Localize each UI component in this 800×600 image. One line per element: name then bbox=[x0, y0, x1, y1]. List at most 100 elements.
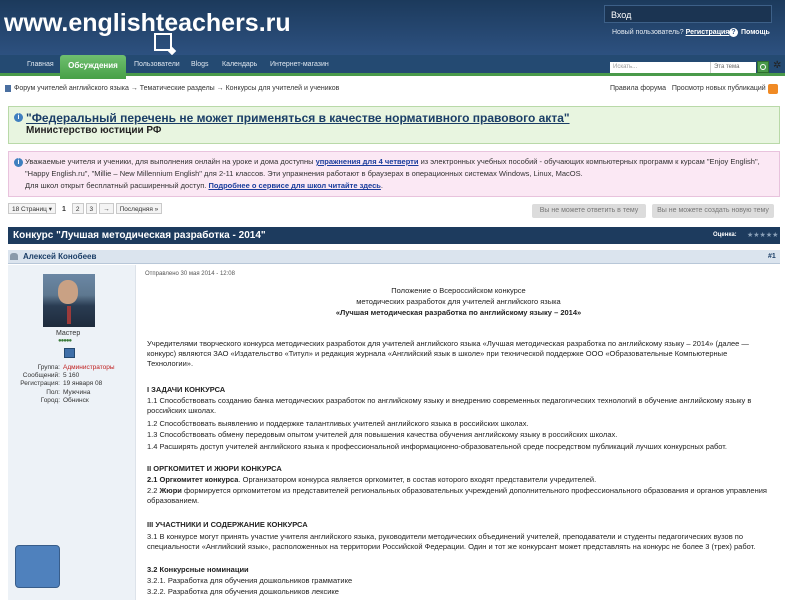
user-gender-value: Мужчина bbox=[63, 389, 91, 396]
doc-paragraph: Учредителями творческого конкурса методи… bbox=[147, 339, 749, 368]
user-status-icon bbox=[10, 253, 18, 260]
site-header: www.englishteachers.ru Вход Новый пользо… bbox=[0, 0, 785, 55]
pages-dropdown[interactable]: 18 Страниц ▾ bbox=[8, 203, 56, 214]
home-icon[interactable] bbox=[5, 85, 11, 92]
search-input[interactable]: Искать... bbox=[610, 62, 710, 73]
help-link[interactable]: ? Помощь bbox=[729, 28, 770, 37]
doc-heading: I ЗАДАЧИ КОНКУРСА bbox=[147, 385, 226, 394]
doc-heading: II ОРГКОМИТЕТ И ЖЮРИ КОНКУРСА bbox=[147, 464, 282, 473]
nav-item-users[interactable]: Пользователи bbox=[134, 61, 180, 68]
schools-service-link[interactable]: Подробнее о сервисе для школ читайте зде… bbox=[208, 181, 380, 190]
doc-paragraph: 3.2.2. Разработка для обучения дошкольни… bbox=[147, 587, 339, 596]
doc-paragraph: 3.2.1. Разработка для обучения дошкольни… bbox=[147, 576, 353, 585]
page-link[interactable]: 2 bbox=[71, 203, 84, 214]
page-link-current[interactable]: 1 bbox=[57, 203, 70, 214]
user-field-label: Регистрация: bbox=[20, 380, 60, 387]
notice-text: Уважаемые учителя и ученики, для выполне… bbox=[25, 157, 314, 166]
post-number[interactable]: #1 bbox=[768, 253, 776, 260]
page-link[interactable]: 3 bbox=[85, 203, 98, 214]
top-links: Правила форума Просмотр новых публикаций bbox=[610, 85, 766, 92]
post-body: Отправлено 30 мая 2014 - 12:08 Положение… bbox=[137, 265, 780, 600]
doc-bold-text: Жюри bbox=[159, 486, 182, 495]
breadcrumb-item[interactable]: Конкурсы для учителей и учеников bbox=[226, 85, 340, 92]
pages-label: 18 Страниц bbox=[12, 206, 47, 213]
info-icon: i bbox=[14, 158, 23, 167]
breadcrumb-item[interactable]: Тематические разделы bbox=[140, 85, 215, 92]
user-joined-value: 19 января 08 bbox=[63, 380, 103, 387]
nav-item-blogs[interactable]: Blogs bbox=[191, 61, 209, 68]
rating-label: Оценка: bbox=[713, 232, 737, 238]
last-page-link[interactable]: Последняя » bbox=[115, 203, 163, 214]
user-city-value: Обнинск bbox=[63, 397, 89, 404]
help-icon: ? bbox=[729, 28, 738, 37]
new-topic-button-disabled[interactable]: Вы не можете создать новую тему bbox=[652, 204, 774, 218]
doc-heading: III УЧАСТНИКИ И СОДЕРЖАНИЕ КОНКУРСА bbox=[147, 520, 308, 529]
nav-item-discussions[interactable]: Обсуждения bbox=[60, 55, 126, 79]
doc-paragraph: 1.3 Способствовать обмену передовым опыт… bbox=[147, 430, 618, 439]
notice-federal-list: i "Федеральный перечень не может применя… bbox=[8, 106, 780, 144]
search-button[interactable] bbox=[757, 61, 769, 73]
login-box: Вход Новый пользователь? Регистрация ? П… bbox=[598, 2, 783, 52]
login-field[interactable]: Вход bbox=[604, 5, 772, 23]
breadcrumb: Форум учителей английского языка → Темат… bbox=[14, 85, 339, 92]
user-field-label: Город: bbox=[40, 397, 60, 404]
profile-card-icon[interactable] bbox=[64, 348, 75, 358]
doc-title: Положение о Всероссийском конкурсе bbox=[391, 286, 526, 295]
thread-title: Конкурс "Лучшая методическая разработка … bbox=[13, 230, 266, 241]
doc-paragraph: 1.2 Способствовать выявлению и поддержке… bbox=[147, 419, 529, 428]
notice-line: "Happy English.ru", "Millie – New Millen… bbox=[25, 169, 583, 178]
post-header: Алексей Конобеев #1 bbox=[8, 250, 780, 264]
nav-item-calendar[interactable]: Календарь bbox=[222, 61, 257, 68]
user-group-value: Администраторы bbox=[63, 364, 115, 371]
gear-icon[interactable]: ✲ bbox=[773, 60, 781, 71]
doc-text: 2.2 bbox=[147, 486, 160, 495]
nav-item-shop[interactable]: Интернет-магазин bbox=[270, 61, 329, 68]
post-date: Отправлено 30 мая 2014 - 12:08 bbox=[145, 271, 235, 277]
doc-heading: 3.2 Конкурсные номинации bbox=[147, 565, 249, 574]
doc-paragraph: 2.2 Жюри формируется оргкомитетом из пре… bbox=[147, 486, 772, 506]
register-link[interactable]: Регистрация bbox=[686, 29, 730, 36]
logo-badge-icon bbox=[154, 33, 172, 51]
new-posts-link[interactable]: Просмотр новых публикаций bbox=[672, 85, 766, 92]
user-field-label: Группа: bbox=[37, 364, 60, 371]
next-page-link[interactable]: → bbox=[99, 203, 114, 214]
reply-button-disabled[interactable]: Вы не можете ответить в тему bbox=[532, 204, 646, 218]
rss-icon[interactable] bbox=[768, 84, 778, 94]
info-icon: i bbox=[14, 113, 23, 122]
notice-line: Для школ открыт бесплатный расширенный д… bbox=[25, 181, 384, 190]
notice-text: Для школ открыт бесплатный расширенный д… bbox=[25, 181, 207, 190]
nav-item-home[interactable]: Главная bbox=[27, 61, 54, 68]
notice-exercises: i Уважаемые учителя и ученики, для выпол… bbox=[8, 151, 780, 197]
doc-paragraph: 1.1 Способствовать созданию банка методи… bbox=[147, 396, 752, 415]
chevron-down-icon: ▾ bbox=[48, 206, 52, 213]
notice-subtitle: Министерство юстиции РФ bbox=[26, 125, 162, 136]
rating-stars[interactable]: ★★★★★ bbox=[747, 231, 778, 239]
floating-square-button[interactable] bbox=[15, 545, 60, 588]
doc-paragraph: 1.4 Расширять доступ учителей английског… bbox=[147, 442, 727, 451]
site-logo[interactable]: www.englishteachers.ru bbox=[4, 9, 291, 38]
new-user-text: Новый пользователь? Регистрация bbox=[612, 29, 729, 36]
new-user-label: Новый пользователь? bbox=[612, 29, 684, 36]
avatar[interactable] bbox=[43, 274, 95, 327]
help-label: Помощь bbox=[741, 29, 770, 36]
doc-title: методических разработок для учителей анг… bbox=[356, 297, 561, 306]
doc-text: формируется оргкомитетом из представител… bbox=[147, 486, 767, 505]
notice-text: из электронных учебных пособий - обучающ… bbox=[420, 157, 760, 166]
user-rank: Мастер bbox=[56, 330, 81, 337]
search-scope-select[interactable]: Эта тема bbox=[710, 62, 756, 73]
user-field-label: Пол: bbox=[46, 389, 60, 396]
user-field-label: Сообщений: bbox=[22, 372, 60, 379]
user-posts-value: 5 160 bbox=[63, 372, 80, 379]
forum-rules-link[interactable]: Правила форума bbox=[610, 85, 666, 92]
notice-title-link[interactable]: "Федеральный перечень не может применять… bbox=[26, 111, 570, 125]
reputation-dots: ●●●●● bbox=[58, 338, 72, 344]
doc-text: . Организатором конкурса является оргком… bbox=[238, 475, 597, 484]
notice-line: Уважаемые учителя и ученики, для выполне… bbox=[25, 157, 760, 166]
doc-title: «Лучшая методическая разработка по англи… bbox=[335, 308, 582, 317]
exercises-link[interactable]: упражнения для 4 четверти bbox=[316, 157, 419, 166]
pagination: 18 Страниц ▾ 1 2 3 → Последняя » bbox=[8, 203, 163, 214]
post-author[interactable]: Алексей Конобеев bbox=[23, 252, 96, 261]
breadcrumb-separator: → bbox=[216, 85, 226, 92]
breadcrumb-item[interactable]: Форум учителей английского языка bbox=[14, 85, 129, 92]
doc-paragraph: 3.1 В конкурсе могут принять участие учи… bbox=[147, 532, 756, 551]
